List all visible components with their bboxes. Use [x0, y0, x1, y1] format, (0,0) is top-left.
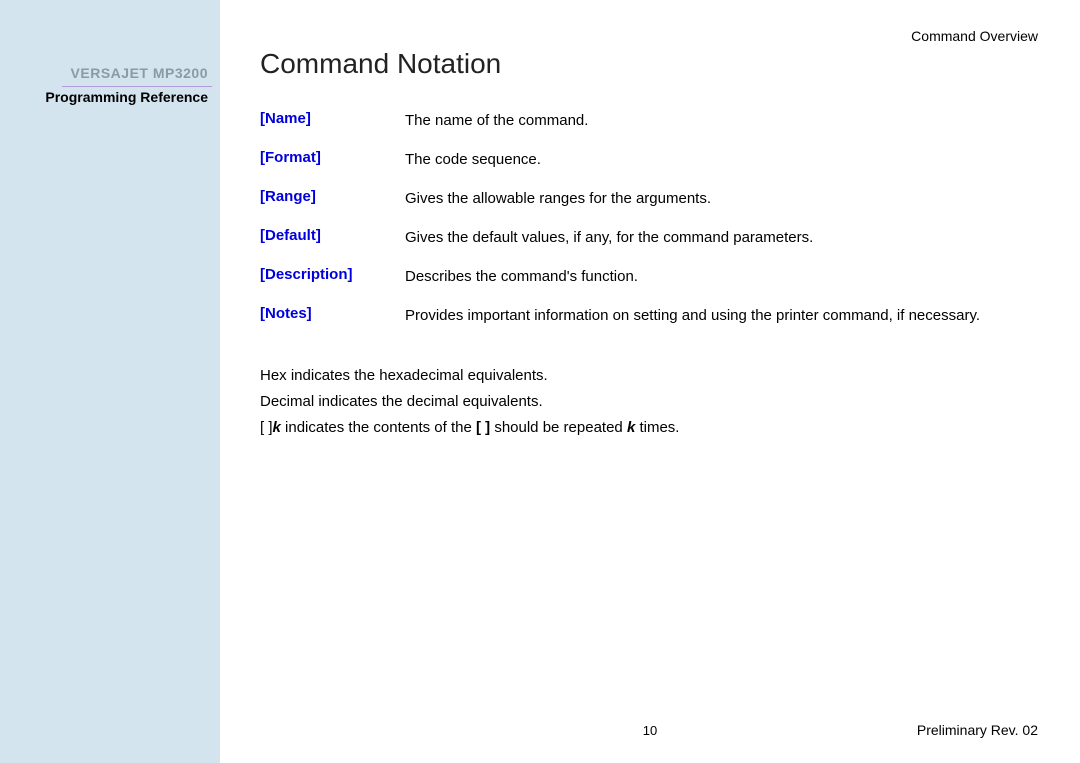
definition-table: [Name] The name of the command. [Format]…	[260, 110, 1040, 326]
definition-row: [Default] Gives the default values, if a…	[260, 227, 1040, 248]
page-heading: Command Notation	[260, 48, 1040, 80]
definition-value: Provides important information on settin…	[405, 305, 980, 326]
sidebar: VERSAJET MP3200 Programming Reference	[0, 0, 220, 763]
definition-row: [Range] Gives the allowable ranges for t…	[260, 188, 1040, 209]
doc-title: Programming Reference	[12, 89, 208, 105]
note-text: [ ]	[260, 419, 273, 436]
definition-label: [Default]	[260, 227, 405, 244]
definition-value: Gives the allowable ranges for the argum…	[405, 188, 711, 209]
product-name: VERSAJET MP3200	[12, 65, 208, 81]
revision-label: Preliminary Rev. 02	[917, 722, 1038, 738]
page-container: VERSAJET MP3200 Programming Reference Co…	[0, 0, 1080, 763]
main-content: Command Overview Command Notation [Name]…	[220, 0, 1080, 763]
page-number: 10	[643, 723, 657, 738]
definition-value: The code sequence.	[405, 149, 541, 170]
definition-label: [Range]	[260, 188, 405, 205]
definition-row: [Description] Describes the command's fu…	[260, 266, 1040, 287]
divider-line	[62, 86, 212, 87]
note-text: should be repeated	[490, 419, 627, 436]
definition-label: [Description]	[260, 266, 405, 283]
note-line: [ ]k indicates the contents of the [ ] s…	[260, 416, 1040, 440]
notes-block: Hex indicates the hexadecimal equivalent…	[260, 364, 1040, 440]
brackets: [ ]	[476, 419, 490, 436]
note-line: Decimal indicates the decimal equivalent…	[260, 390, 1040, 414]
definition-row: [Name] The name of the command.	[260, 110, 1040, 131]
definition-row: [Notes] Provides important information o…	[260, 305, 1040, 326]
note-text: indicates the contents of the	[281, 419, 476, 436]
section-header: Command Overview	[911, 28, 1038, 44]
definition-label: [Notes]	[260, 305, 405, 322]
definition-value: Gives the default values, if any, for th…	[405, 227, 813, 248]
definition-value: Describes the command's function.	[405, 266, 638, 287]
note-line: Hex indicates the hexadecimal equivalent…	[260, 364, 1040, 388]
definition-row: [Format] The code sequence.	[260, 149, 1040, 170]
definition-label: [Name]	[260, 110, 405, 127]
variable-k: k	[273, 419, 281, 436]
definition-label: [Format]	[260, 149, 405, 166]
note-text: times.	[635, 419, 679, 436]
definition-value: The name of the command.	[405, 110, 588, 131]
